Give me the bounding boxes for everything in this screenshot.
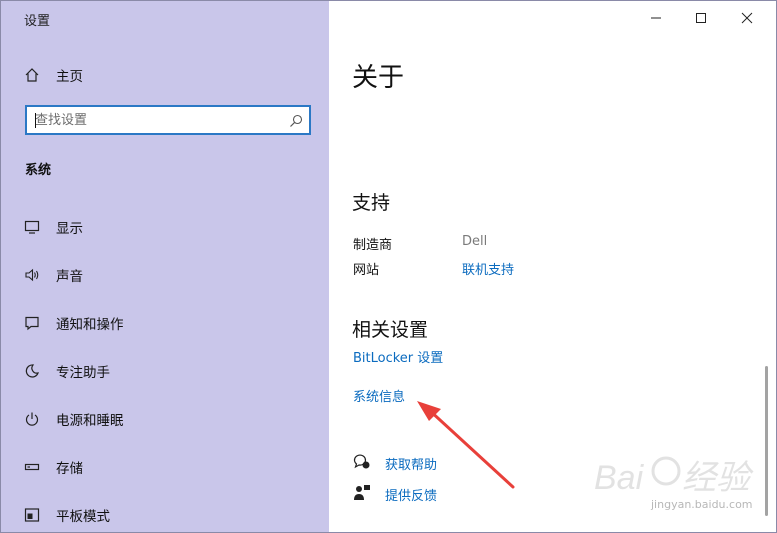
tablet-icon bbox=[23, 506, 41, 524]
search-input[interactable] bbox=[35, 111, 285, 129]
sidebar-item-notifications[interactable]: 通知和操作 bbox=[23, 310, 124, 336]
minimize-button[interactable] bbox=[644, 7, 668, 29]
sidebar-item-label: 主页 bbox=[56, 69, 83, 85]
sidebar-item-display[interactable]: 显示 bbox=[23, 214, 83, 240]
sidebar-item-label: 显示 bbox=[56, 221, 83, 237]
sidebar-item-focus-assist[interactable]: 专注助手 bbox=[23, 358, 110, 384]
system-info-link[interactable]: 系统信息 bbox=[353, 386, 405, 405]
related-settings-heading: 相关设置 bbox=[352, 319, 429, 341]
maximize-button[interactable] bbox=[689, 7, 713, 29]
close-icon bbox=[741, 9, 753, 28]
minimize-icon bbox=[650, 9, 662, 28]
online-support-link[interactable]: 联机支持 bbox=[462, 259, 514, 278]
page-title: 关于 bbox=[352, 63, 405, 93]
search-icon[interactable] bbox=[289, 113, 303, 127]
sidebar-item-power-sleep[interactable]: 电源和睡眠 bbox=[23, 406, 124, 432]
home-icon bbox=[23, 66, 41, 84]
moon-icon bbox=[23, 362, 41, 380]
settings-window: 设置 主页 系统 显示 声音 bbox=[0, 0, 777, 533]
speaker-icon bbox=[23, 266, 41, 284]
manufacturer-value: Dell bbox=[462, 234, 488, 249]
annotation-arrow bbox=[417, 401, 515, 489]
help-chat-icon bbox=[353, 453, 371, 471]
sidebar-item-label: 电源和睡眠 bbox=[56, 413, 124, 429]
feedback-icon bbox=[353, 484, 371, 502]
sidebar-item-label: 声音 bbox=[56, 269, 83, 285]
sidebar-item-label: 存储 bbox=[56, 461, 83, 477]
sidebar-item-tablet-mode[interactable]: 平板模式 bbox=[23, 502, 110, 528]
power-icon bbox=[23, 410, 41, 428]
sidebar-item-label: 专注助手 bbox=[56, 365, 110, 381]
app-title: 设置 bbox=[24, 14, 51, 29]
svg-text:经验: 经验 bbox=[682, 459, 754, 497]
section-label: 系统 bbox=[25, 163, 52, 178]
text-caret bbox=[35, 113, 36, 128]
monitor-icon bbox=[23, 218, 41, 236]
sidebar: 设置 主页 系统 显示 声音 bbox=[1, 1, 329, 532]
maximize-icon bbox=[695, 9, 707, 28]
svg-text:Bai: Bai bbox=[594, 459, 645, 497]
sidebar-item-storage[interactable]: 存储 bbox=[23, 454, 83, 480]
sidebar-item-label: 平板模式 bbox=[56, 509, 110, 525]
get-help-link[interactable]: 获取帮助 bbox=[385, 454, 437, 473]
notification-icon bbox=[23, 314, 41, 332]
give-feedback-link[interactable]: 提供反馈 bbox=[385, 485, 437, 504]
sidebar-item-label: 通知和操作 bbox=[56, 317, 124, 333]
website-label: 网站 bbox=[353, 263, 380, 278]
close-button[interactable] bbox=[735, 7, 759, 29]
support-heading: 支持 bbox=[352, 192, 391, 214]
sidebar-item-home[interactable]: 主页 bbox=[23, 62, 83, 88]
bitlocker-settings-link[interactable]: BitLocker 设置 bbox=[353, 347, 443, 366]
watermark-url: jingyan.baidu.com bbox=[651, 498, 753, 511]
manufacturer-label: 制造商 bbox=[353, 238, 393, 253]
search-box[interactable] bbox=[25, 105, 311, 135]
storage-icon bbox=[23, 458, 41, 476]
sidebar-item-sound[interactable]: 声音 bbox=[23, 262, 83, 288]
